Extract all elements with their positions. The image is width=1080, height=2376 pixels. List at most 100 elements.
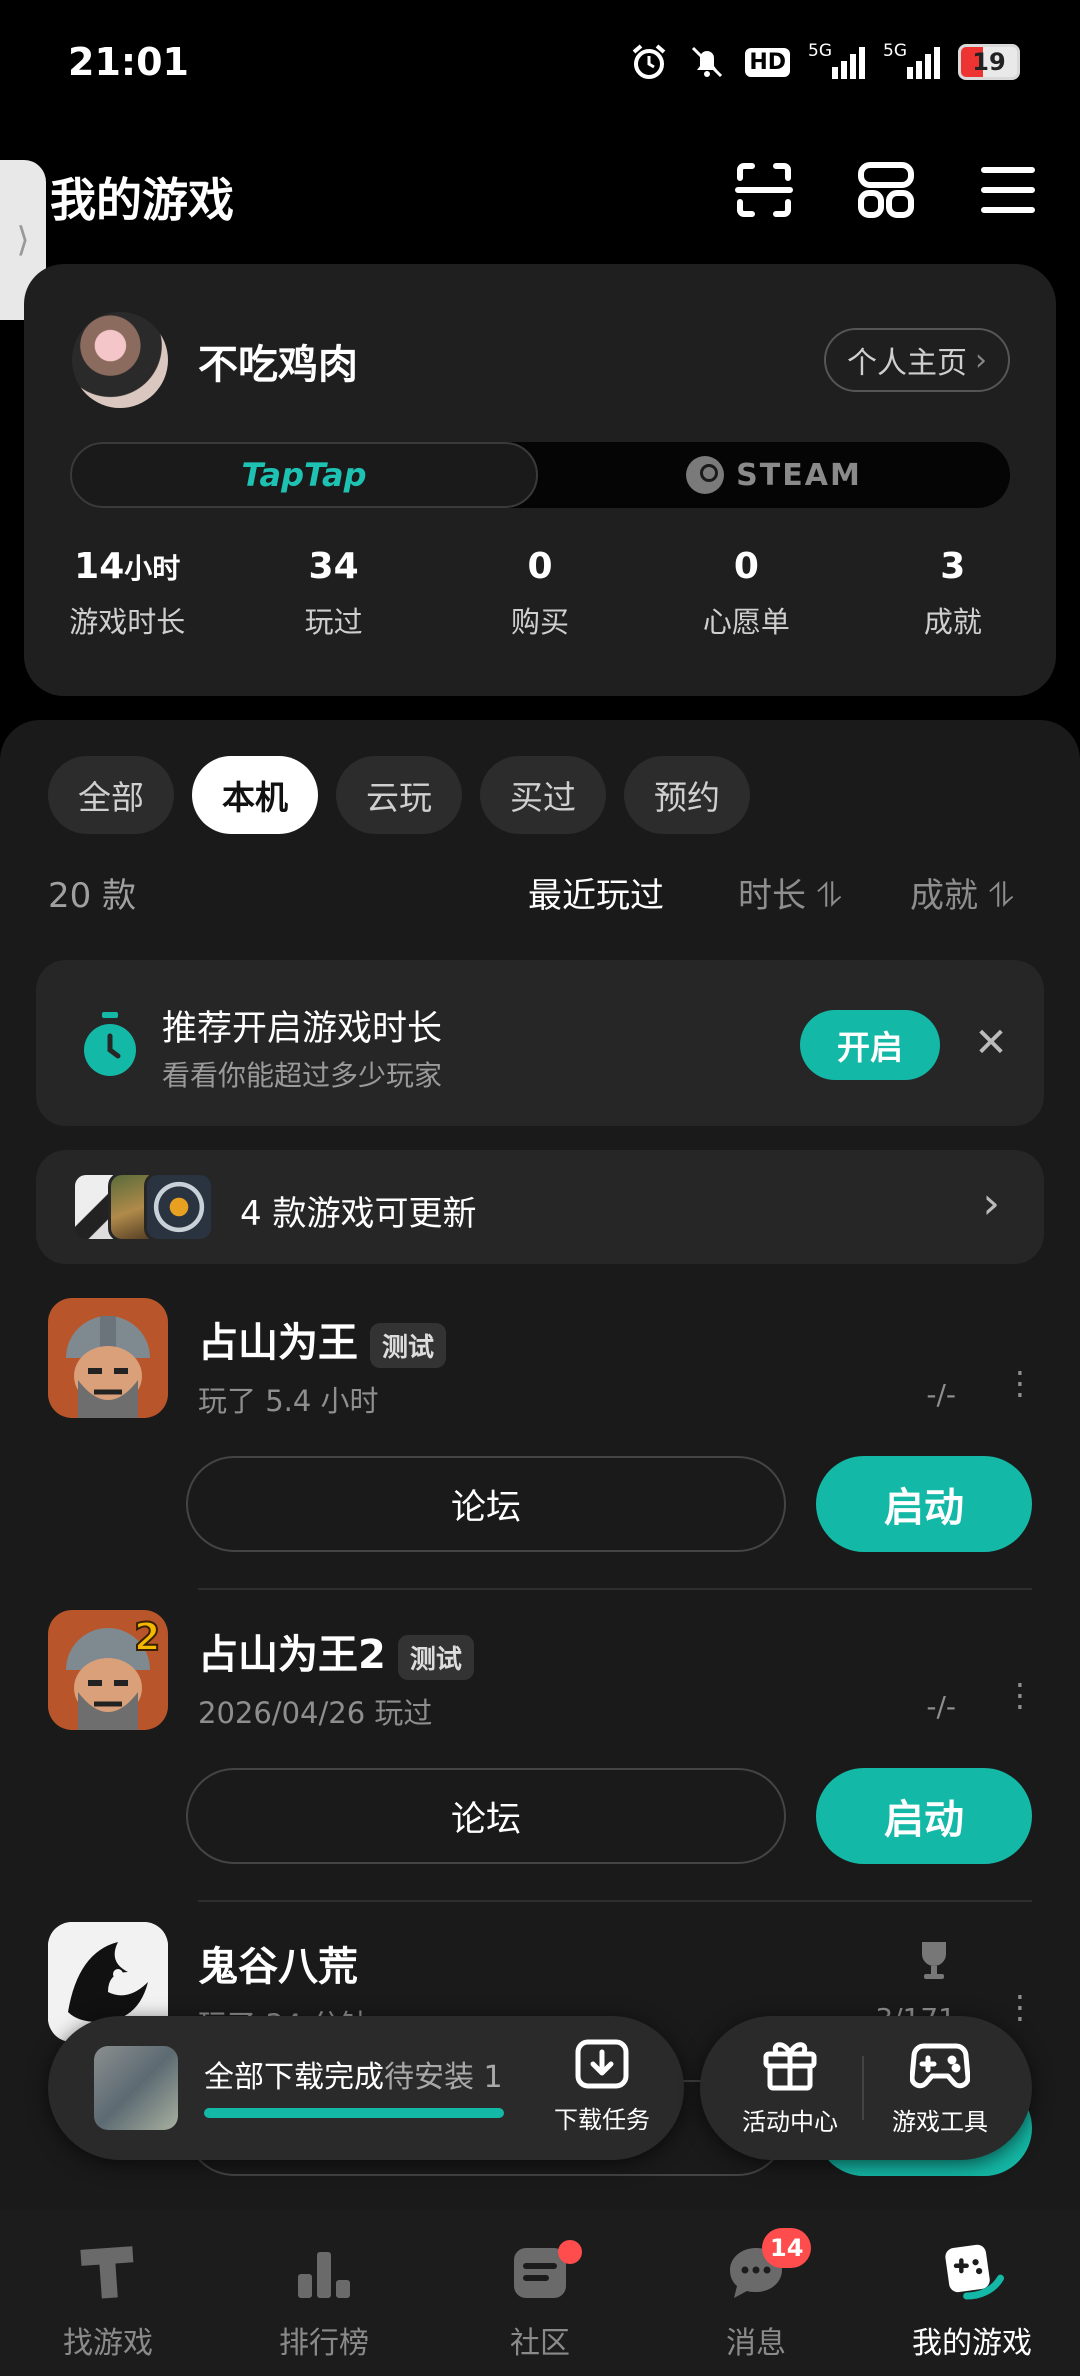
filter-local[interactable]: 本机: [192, 756, 318, 834]
trophy-icon: [912, 1938, 956, 1986]
header-actions: [732, 158, 1040, 222]
game-thumb-icon: [144, 1172, 214, 1242]
scan-icon[interactable]: [732, 158, 796, 222]
recommend-title: 推荐开启游戏时长: [162, 1009, 443, 1049]
game-item: 占山为王 测试 玩了 5.4 小时 -/- ⋮ 论坛 启动: [0, 1298, 1080, 1610]
forum-button[interactable]: 论坛: [186, 1768, 786, 1864]
username: 不吃鸡肉: [198, 342, 358, 388]
gift-icon: [720, 2038, 860, 2096]
signal-2-icon: 5G: [883, 41, 940, 79]
activity-center-button[interactable]: 活动中心: [720, 2038, 860, 2137]
find-game-icon: [76, 2240, 140, 2304]
ranking-icon: [292, 2240, 356, 2304]
recommend-subtitle: 看看你能超过多少玩家: [162, 1059, 443, 1092]
game-icon[interactable]: 2: [48, 1610, 168, 1730]
download-status-text: 全部下载完成待安装 1: [204, 2060, 503, 2095]
divider: [198, 1588, 1032, 1590]
svg-text:2: 2: [134, 1615, 160, 1659]
steam-icon: [686, 456, 725, 494]
nav-community[interactable]: 社区: [432, 2210, 648, 2376]
chevron-right-icon: ›: [982, 1178, 1000, 1229]
battery-icon: 19: [958, 44, 1020, 80]
divider: [198, 1900, 1032, 1902]
message-badge: 14: [762, 2228, 812, 2268]
game-playtime: 玩了 5.4 小时: [198, 1384, 379, 1418]
sort-achievements[interactable]: 成就 ⥮: [910, 868, 1014, 917]
status-bar: 21:01 HD 5G 5G 19: [0, 0, 1080, 130]
game-tools-button[interactable]: 游戏工具: [870, 2038, 1010, 2137]
download-tasks-button[interactable]: 下载任务: [542, 2038, 662, 2135]
close-icon[interactable]: ✕: [966, 1018, 1016, 1068]
forum-button[interactable]: 论坛: [186, 1456, 786, 1552]
mute-bell-icon: [687, 42, 727, 82]
game-achievement: -/-: [926, 1690, 956, 1723]
avatar[interactable]: [72, 312, 168, 408]
divider: [862, 2056, 864, 2120]
more-vertical-icon[interactable]: ⋮: [1004, 1367, 1036, 1399]
filter-bought[interactable]: 买过: [480, 756, 606, 834]
download-icon: [542, 2038, 662, 2094]
steam-tab[interactable]: STEAM: [538, 442, 1010, 508]
sort-recent[interactable]: 最近玩过: [528, 868, 664, 917]
start-button[interactable]: 启动: [816, 1456, 1032, 1552]
stat-playtime[interactable]: 14小时 游戏时长: [24, 546, 230, 641]
status-time: 21:01: [68, 40, 189, 84]
games-panel: 全部 本机 云玩 买过 预约 20 款 最近玩过 时长 ⥮ 成就 ⥮ 推荐开启游…: [0, 720, 1080, 2210]
download-progress-bar: [204, 2108, 504, 2118]
filter-cloud[interactable]: 云玩: [336, 756, 462, 834]
filter-tabs: 全部 本机 云玩 买过 预约: [48, 756, 750, 834]
notification-dot: [558, 2240, 582, 2264]
menu-icon[interactable]: [976, 158, 1040, 222]
hd-icon: HD: [745, 42, 790, 82]
taptap-tab[interactable]: TapTap: [70, 442, 538, 508]
game-last-played: 2026/04/26 玩过: [198, 1696, 433, 1730]
battery-level: 19: [972, 48, 1006, 76]
layout-grid-icon[interactable]: [854, 158, 918, 222]
profile-card: 不吃鸡肉 个人主页 › TapTap STEAM 14小时 游戏时长 34 玩过 0购…: [24, 264, 1056, 696]
stat-purchased[interactable]: 0 购买: [437, 546, 643, 641]
start-button[interactable]: 启动: [816, 1768, 1032, 1864]
alarm-icon: [629, 42, 669, 82]
profile-home-button[interactable]: 个人主页 ›: [824, 328, 1010, 392]
game-item: 2 占山为王2 测试 2026/04/26 玩过 -/- ⋮ 论坛 启动: [0, 1610, 1080, 1922]
my-games-icon: [940, 2240, 1004, 2304]
nav-my-games[interactable]: 我的游戏: [864, 2210, 1080, 2376]
game-name: 鬼谷八荒: [198, 1944, 358, 1990]
nav-ranking[interactable]: 排行榜: [216, 2210, 432, 2376]
bottom-nav: 找游戏 排行榜 社区 14 消息 我的游戏: [0, 2210, 1080, 2376]
game-achievement: -/-: [926, 1378, 956, 1411]
enable-playtime-button[interactable]: 开启: [800, 1010, 940, 1080]
sort-playtime[interactable]: 时长 ⥮: [738, 868, 842, 917]
status-icons: HD 5G 5G 19: [629, 41, 1020, 82]
filter-all[interactable]: 全部: [48, 756, 174, 834]
game-icon[interactable]: [48, 1298, 168, 1418]
nav-messages[interactable]: 14 消息: [648, 2210, 864, 2376]
platform-toggle: TapTap STEAM: [70, 442, 1010, 508]
download-game-thumbnail: [94, 2046, 178, 2130]
filter-reserved[interactable]: 预约: [624, 756, 750, 834]
chevron-right-icon: ›: [975, 342, 987, 378]
test-tag: 测试: [370, 1322, 447, 1368]
stat-achievements[interactable]: 3 成就: [850, 546, 1056, 641]
stats-row: 14小时 游戏时长 34 玩过 0 购买 0 心愿单 3 成就: [24, 546, 1056, 641]
more-vertical-icon[interactable]: ⋮: [1004, 1679, 1036, 1711]
update-game-icons: [72, 1172, 222, 1242]
stat-played[interactable]: 34 玩过: [230, 546, 436, 641]
stopwatch-icon: [80, 1012, 140, 1078]
signal-1-icon: 5G: [808, 41, 865, 79]
more-vertical-icon[interactable]: ⋮: [1004, 1991, 1036, 2023]
game-name: 占山为王2 测试: [198, 1622, 474, 1680]
game-count: 20 款: [48, 876, 137, 916]
list-header: 20 款 最近玩过 时长 ⥮ 成就 ⥮: [48, 868, 1038, 928]
stat-wishlist[interactable]: 0 心愿单: [643, 546, 849, 641]
gamepad-icon: [870, 2038, 1010, 2096]
game-name: 占山为王 测试: [198, 1310, 447, 1368]
quick-tools-bar: 活动中心 游戏工具: [700, 2016, 1032, 2160]
nav-find-game[interactable]: 找游戏: [0, 2210, 216, 2376]
playtime-recommend-card: 推荐开启游戏时长 看看你能超过多少玩家 开启 ✕: [36, 960, 1044, 1126]
download-status-bar[interactable]: 全部下载完成待安装 1 下载任务: [48, 2016, 684, 2160]
updates-text: 4 款游戏可更新: [240, 1194, 477, 1234]
page-title: 我的游戏: [50, 173, 234, 227]
test-tag: 测试: [397, 1634, 474, 1680]
updates-card[interactable]: 4 款游戏可更新 ›: [36, 1150, 1044, 1264]
